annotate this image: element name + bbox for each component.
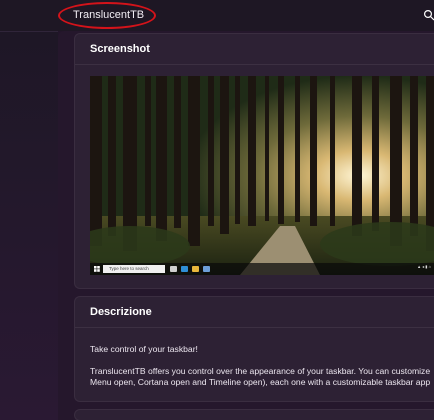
description-line: Menu open, Cortana open and Timeline ope… bbox=[90, 377, 431, 387]
next-card bbox=[74, 409, 434, 420]
taskbar-preview: Type here to search ▲ ◂ ▮ ⌂ bbox=[90, 263, 434, 275]
description-paragraph: Take control of your taskbar! bbox=[90, 344, 198, 354]
sidebar bbox=[0, 31, 58, 420]
title-highlight-circle bbox=[58, 2, 156, 29]
forest-photo bbox=[90, 76, 434, 275]
explorer-icon bbox=[192, 266, 199, 272]
task-view-icon bbox=[170, 266, 177, 272]
tray-clock: ▲ ◂ ▮ ⌂ bbox=[417, 264, 431, 269]
description-paragraph: TranslucentTB offers you control over th… bbox=[90, 366, 434, 388]
windows-start-icon bbox=[94, 266, 100, 272]
title-bar: TranslucentTB bbox=[0, 0, 434, 31]
store-icon bbox=[203, 266, 210, 272]
app-screenshot-image[interactable]: Type here to search ▲ ◂ ▮ ⌂ bbox=[90, 76, 434, 275]
description-body: Take control of your taskbar! Translucen… bbox=[75, 328, 434, 388]
screenshot-card-title: Screenshot bbox=[75, 34, 434, 65]
edge-icon bbox=[181, 266, 188, 272]
search-icon[interactable] bbox=[423, 9, 434, 21]
description-line: TranslucentTB offers you control over th… bbox=[90, 366, 431, 376]
description-card: Descrizione Take control of your taskbar… bbox=[74, 296, 434, 402]
taskbar-search-box: Type here to search bbox=[103, 265, 165, 273]
screenshot-card: Screenshot Type here to search ▲ ◂ ▮ ⌂ bbox=[74, 33, 434, 289]
description-card-title: Descrizione bbox=[75, 297, 434, 328]
